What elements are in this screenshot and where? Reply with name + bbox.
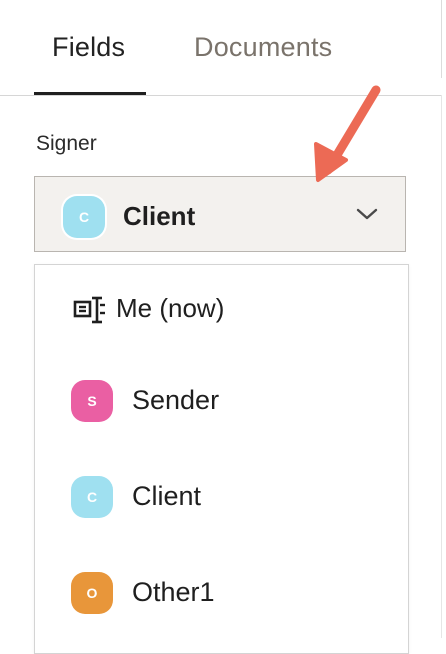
signer-dropdown-menu: Me (now) S Sender C Client O Other1 bbox=[34, 264, 409, 654]
option-label: Other1 bbox=[132, 577, 215, 607]
option-me-now[interactable]: Me (now) bbox=[35, 265, 408, 361]
option-sender[interactable]: S Sender bbox=[35, 355, 408, 451]
annotation-arrow-icon bbox=[314, 85, 381, 182]
other1-avatar: O bbox=[71, 572, 113, 614]
panel-edge-lower bbox=[441, 95, 446, 638]
tab-documents[interactable]: Documents bbox=[194, 32, 332, 63]
option-label: Sender bbox=[132, 385, 220, 415]
signer-label: Signer bbox=[36, 132, 97, 155]
sender-avatar: S bbox=[71, 380, 113, 422]
client-avatar: C bbox=[71, 476, 113, 518]
panel-edge bbox=[441, 0, 442, 78]
selected-signer-name: Client bbox=[123, 201, 196, 231]
option-client[interactable]: C Client bbox=[35, 451, 408, 547]
client-avatar: C bbox=[63, 196, 105, 238]
option-label: Me (now) bbox=[116, 293, 225, 323]
option-label: Client bbox=[132, 481, 202, 511]
active-tab-indicator bbox=[34, 92, 146, 95]
tab-fields[interactable]: Fields bbox=[52, 32, 125, 63]
chevron-down-icon[interactable] bbox=[355, 206, 379, 222]
text-cursor-field-icon bbox=[73, 296, 105, 324]
option-other1[interactable]: O Other1 bbox=[35, 547, 408, 643]
